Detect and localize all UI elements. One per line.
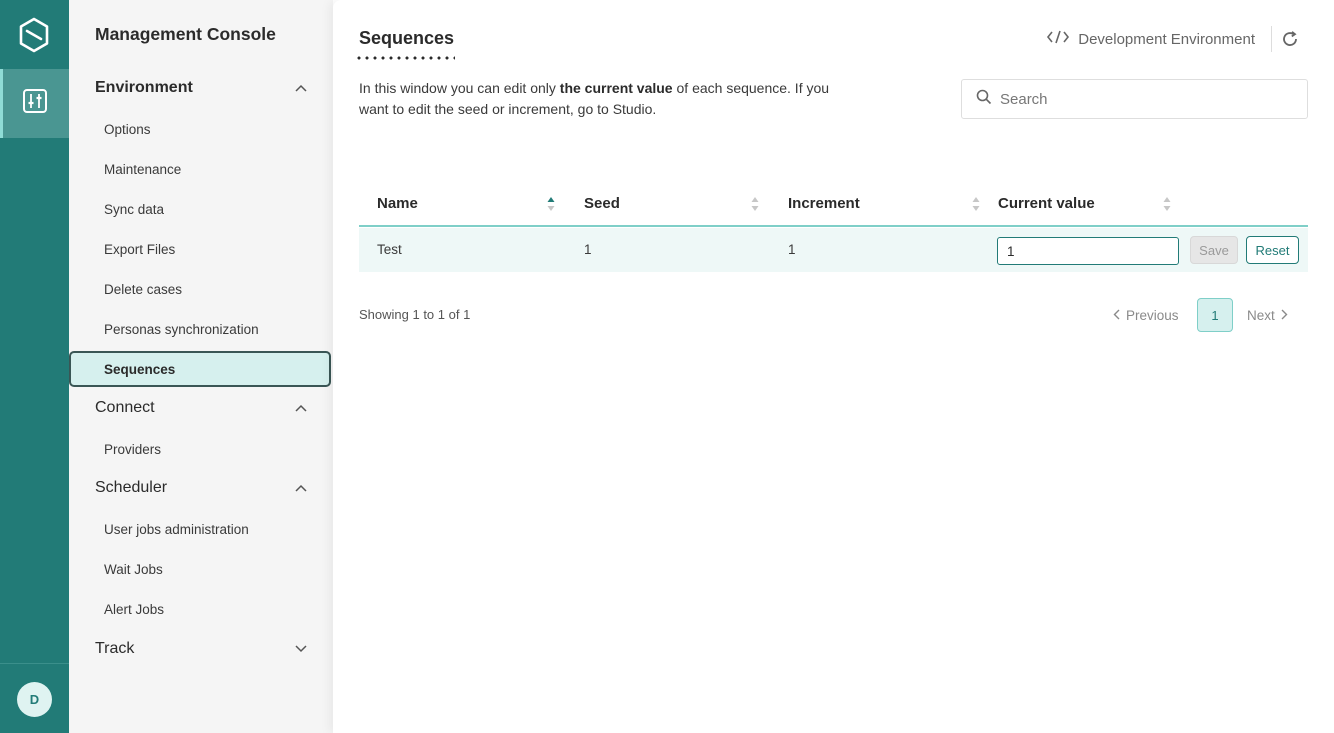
- reset-button[interactable]: Reset: [1246, 236, 1299, 264]
- pagination-summary: Showing 1 to 1 of 1: [359, 307, 471, 322]
- page-number-button[interactable]: 1: [1197, 298, 1233, 332]
- group-environment[interactable]: Environment: [95, 76, 307, 100]
- sidebar-item-sequences[interactable]: Sequences: [69, 351, 331, 387]
- chevron-up-icon: [295, 482, 307, 494]
- search-input[interactable]: [1000, 90, 1290, 108]
- previous-page-button[interactable]: Previous: [1113, 308, 1197, 323]
- table-row: Test 1 1 Save Reset: [359, 228, 1308, 272]
- sidebar-item-delete-cases[interactable]: Delete cases: [69, 271, 331, 307]
- title-underline: [355, 56, 455, 60]
- group-label: Environment: [95, 79, 193, 96]
- table-header: Name Seed Increment Current value: [359, 185, 1308, 227]
- cell-seed: 1: [584, 242, 592, 257]
- sidebar-item-providers[interactable]: Providers: [69, 431, 331, 467]
- sidebar-item-options[interactable]: Options: [69, 111, 331, 147]
- sidebar-item-label: User jobs administration: [104, 521, 249, 537]
- sidebar-title: Management Console: [95, 24, 276, 44]
- next-page-button[interactable]: Next: [1247, 308, 1288, 323]
- refresh-icon[interactable]: [1280, 29, 1300, 49]
- avatar[interactable]: D: [17, 682, 52, 717]
- sort-icon[interactable]: [972, 196, 980, 212]
- sidebar-item-alert-jobs[interactable]: Alert Jobs: [69, 591, 331, 627]
- search-icon: [976, 89, 992, 110]
- sidebar-item-label: Sync data: [104, 201, 165, 217]
- sidebar-item-label: Maintenance: [104, 161, 182, 177]
- sidebar-item-label: Wait Jobs: [104, 561, 163, 577]
- cell-name: Test: [377, 242, 402, 257]
- sidebar-item-label: Providers: [104, 441, 162, 457]
- sidebar-item-sync-data[interactable]: Sync data: [69, 191, 331, 227]
- sidebar-item-wait-jobs[interactable]: Wait Jobs: [69, 551, 331, 587]
- column-header-name[interactable]: Name: [377, 195, 418, 212]
- group-label: Connect: [95, 399, 155, 416]
- page-description: In this window you can edit only the cur…: [359, 78, 839, 120]
- page-title: Sequences: [359, 28, 455, 48]
- sliders-icon: [22, 88, 48, 119]
- next-label: Next: [1247, 307, 1275, 323]
- sidebar-item-label: Alert Jobs: [104, 601, 165, 617]
- sidebar-item-label: Export Files: [104, 241, 176, 257]
- sidebar-item-label: Sequences: [104, 361, 176, 377]
- search-box[interactable]: [961, 79, 1308, 119]
- column-header-seed[interactable]: Seed: [584, 195, 620, 212]
- column-header-current-value[interactable]: Current value: [998, 195, 1095, 212]
- header-divider: [1271, 26, 1272, 52]
- pagination: Previous 1 Next: [1113, 298, 1288, 332]
- code-icon: [1046, 29, 1070, 49]
- save-button[interactable]: Save: [1190, 236, 1238, 264]
- hexagon-logo-icon[interactable]: [17, 16, 51, 54]
- cell-increment: 1: [788, 242, 796, 257]
- app-rail: D: [0, 0, 69, 733]
- chevron-left-icon: [1113, 308, 1120, 323]
- sidebar-item-maintenance[interactable]: Maintenance: [69, 151, 331, 187]
- group-connect[interactable]: Connect: [95, 396, 307, 420]
- group-label: Scheduler: [95, 479, 168, 496]
- chevron-up-icon: [295, 82, 307, 94]
- current-value-input[interactable]: [997, 237, 1179, 265]
- sort-ascending-icon[interactable]: [547, 196, 555, 212]
- chevron-down-icon: [295, 643, 307, 655]
- sidebar-item-label: Options: [104, 121, 151, 137]
- sidebar-item-user-jobs-administration[interactable]: User jobs administration: [69, 511, 331, 547]
- chevron-up-icon: [295, 402, 307, 414]
- sidebar-item-export-files[interactable]: Export Files: [69, 231, 331, 267]
- sort-icon[interactable]: [1163, 196, 1171, 212]
- chevron-right-icon: [1281, 308, 1288, 323]
- group-scheduler[interactable]: Scheduler: [95, 476, 307, 500]
- sort-icon[interactable]: [751, 196, 759, 212]
- description-bold: the current value: [559, 80, 673, 96]
- sidebar: Management Console Environment Options M…: [69, 0, 333, 733]
- environment-indicator: Development Environment: [1046, 28, 1255, 50]
- main-panel: Sequences Development Environment In thi…: [333, 0, 1334, 733]
- rail-item-settings[interactable]: [0, 69, 69, 138]
- environment-label: Development Environment: [1078, 30, 1255, 48]
- sidebar-item-label: Personas synchronization: [104, 321, 259, 337]
- group-label: Track: [95, 640, 135, 657]
- sidebar-item-personas-synchronization[interactable]: Personas synchronization: [69, 311, 331, 347]
- description-text-1: In this window you can edit only: [359, 80, 560, 96]
- group-track[interactable]: Track: [95, 637, 307, 661]
- sidebar-item-label: Delete cases: [104, 281, 183, 297]
- rail-divider: [0, 663, 69, 664]
- previous-label: Previous: [1126, 307, 1179, 323]
- column-header-increment[interactable]: Increment: [788, 195, 860, 212]
